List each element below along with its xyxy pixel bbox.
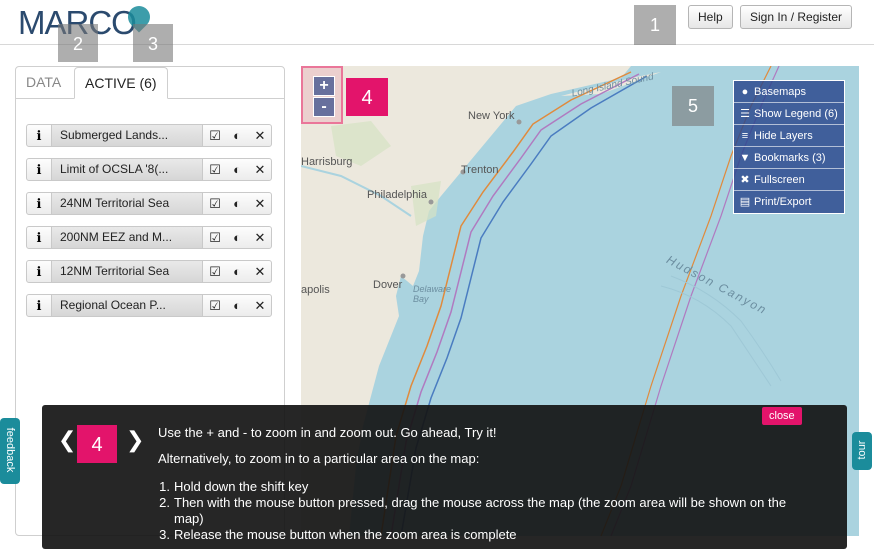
layer-row: ℹ Regional Ocean P... ☑ ◐ ✕ bbox=[26, 294, 272, 317]
checkbox-icon[interactable]: ☑ bbox=[204, 125, 226, 146]
layer-row: ℹ Submerged Lands... ☑ ◐ ✕ bbox=[26, 124, 272, 147]
map-label-trenton: Trenton bbox=[461, 164, 499, 176]
close-icon[interactable]: ✕ bbox=[249, 125, 271, 146]
checkbox-icon[interactable]: ☑ bbox=[204, 295, 226, 316]
opacity-icon[interactable]: ◐ bbox=[226, 159, 248, 180]
layer-row: ℹ Limit of OCSLA '8(... ☑ ◐ ✕ bbox=[26, 158, 272, 181]
tour-tab[interactable]: tour bbox=[852, 432, 872, 470]
tour-step-text: Release the mouse button when the zoom a… bbox=[174, 527, 517, 542]
bookmarks-button[interactable]: ▼ Bookmarks (3) bbox=[734, 147, 844, 169]
tool-label: Basemaps bbox=[754, 86, 806, 98]
city-dot bbox=[428, 199, 434, 205]
tour-step-item: 3. Release the mouse button when the zoom… bbox=[159, 527, 517, 542]
tour-marker-3: 3 bbox=[133, 24, 173, 62]
tour-prev-button[interactable]: ❮ bbox=[58, 427, 76, 453]
tour-line-2: Alternatively, to zoom in to a particula… bbox=[158, 451, 480, 466]
zoom-in-button[interactable]: + bbox=[313, 76, 335, 96]
basemaps-button[interactable]: ● Basemaps bbox=[734, 81, 844, 103]
tour-step-text: Then with the mouse button pressed, drag… bbox=[174, 495, 787, 526]
tour-close-button[interactable]: close bbox=[762, 407, 802, 425]
zoom-out-button[interactable]: - bbox=[313, 97, 335, 117]
panel-tabs: DATA ACTIVE (6) bbox=[16, 67, 284, 99]
print-export-button[interactable]: ▤ Print/Export bbox=[734, 191, 844, 213]
opacity-icon[interactable]: ◐ bbox=[226, 227, 248, 248]
close-icon[interactable]: ✕ bbox=[249, 227, 271, 248]
tour-step-badge: 4 bbox=[77, 425, 117, 463]
info-icon[interactable]: ℹ bbox=[27, 227, 51, 248]
tour-next-button[interactable]: ❯ bbox=[126, 427, 144, 453]
close-icon[interactable]: ✕ bbox=[249, 295, 271, 316]
checkbox-icon[interactable]: ☑ bbox=[204, 159, 226, 180]
tour-steps-list: 1. Hold down the shift key 2. Then with th… bbox=[148, 479, 788, 543]
city-dot bbox=[400, 273, 406, 279]
tab-data[interactable]: DATA bbox=[16, 67, 71, 99]
map-pin-icon: ▼ bbox=[739, 152, 751, 164]
tool-label: Show Legend (6) bbox=[754, 108, 838, 120]
layer-row: ℹ 200NM EEZ and M... ☑ ◐ ✕ bbox=[26, 226, 272, 249]
info-icon[interactable]: ℹ bbox=[27, 125, 51, 146]
print-icon: ▤ bbox=[739, 196, 751, 208]
sign-in-register-button[interactable]: Sign In / Register bbox=[740, 5, 853, 29]
tour-step-item: 2. Then with the mouse button pressed, dr… bbox=[159, 495, 787, 526]
opacity-icon[interactable]: ◐ bbox=[226, 295, 248, 316]
layer-row: ℹ 12NM Territorial Sea ☑ ◐ ✕ bbox=[26, 260, 272, 283]
checkbox-icon[interactable]: ☑ bbox=[204, 193, 226, 214]
map-tools-menu: ● Basemaps ☰ Show Legend (6) ≡ Hide Layers … bbox=[733, 80, 845, 214]
page: MARCO Help Sign In / Register 1 2 3 DATA… bbox=[0, 0, 874, 549]
globe-icon: ● bbox=[741, 86, 749, 98]
city-dot bbox=[516, 119, 522, 125]
map-label-new-york: New York bbox=[468, 110, 515, 122]
hide-layers-button[interactable]: ≡ Hide Layers bbox=[734, 125, 844, 147]
feedback-tab[interactable]: feedback bbox=[0, 418, 20, 484]
layer-name[interactable]: 12NM Territorial Sea bbox=[51, 261, 203, 282]
close-icon[interactable]: ✕ bbox=[249, 159, 271, 180]
layer-name[interactable]: Regional Ocean P... bbox=[51, 295, 203, 316]
checkbox-icon[interactable]: ☑ bbox=[204, 227, 226, 248]
tool-label: Print/Export bbox=[754, 196, 812, 208]
help-button[interactable]: Help bbox=[688, 5, 733, 29]
tour-marker-4: 4 bbox=[346, 78, 388, 116]
opacity-icon[interactable]: ◐ bbox=[226, 261, 248, 282]
tool-label: Bookmarks (3) bbox=[754, 152, 826, 164]
map-label-dover: Dover bbox=[373, 279, 403, 291]
tool-label: Hide Layers bbox=[754, 130, 813, 142]
forest-area bbox=[411, 181, 441, 226]
layers-icon: ≡ bbox=[741, 130, 749, 142]
layer-name[interactable]: Submerged Lands... bbox=[51, 125, 203, 146]
tour-line-1: Use the + and - to zoom in and zoom out.… bbox=[158, 425, 497, 440]
info-icon[interactable]: ℹ bbox=[27, 193, 51, 214]
show-legend-button[interactable]: ☰ Show Legend (6) bbox=[734, 103, 844, 125]
zoom-control-highlight: + - bbox=[301, 66, 343, 124]
map-label-annapolis: apolis bbox=[301, 284, 330, 296]
layer-name[interactable]: 200NM EEZ and M... bbox=[51, 227, 203, 248]
layer-name[interactable]: Limit of OCSLA '8(... bbox=[51, 159, 203, 180]
tour-marker-5: 5 bbox=[672, 86, 714, 126]
tour-marker-1: 1 bbox=[634, 5, 676, 45]
map-label-harrisburg: Harrisburg bbox=[301, 156, 353, 168]
close-icon[interactable]: ✕ bbox=[249, 261, 271, 282]
checkbox-icon[interactable]: ☑ bbox=[204, 261, 226, 282]
tour-marker-2: 2 bbox=[58, 24, 98, 62]
tab-active[interactable]: ACTIVE (6) bbox=[74, 67, 168, 99]
info-icon[interactable]: ℹ bbox=[27, 261, 51, 282]
opacity-icon[interactable]: ◐ bbox=[226, 193, 248, 214]
list-icon: ☰ bbox=[740, 108, 750, 120]
layer-name[interactable]: 24NM Territorial Sea bbox=[51, 193, 203, 214]
feedback-tab-label: feedback bbox=[4, 427, 16, 473]
info-icon[interactable]: ℹ bbox=[27, 159, 51, 180]
map-label-philadelphia: Philadelphia bbox=[367, 189, 427, 201]
tour-step-text: Hold down the shift key bbox=[174, 479, 309, 494]
close-icon[interactable]: ✕ bbox=[249, 193, 271, 214]
info-icon[interactable]: ℹ bbox=[27, 295, 51, 316]
opacity-icon[interactable]: ◐ bbox=[226, 125, 248, 146]
header: MARCO Help Sign In / Register bbox=[0, 0, 874, 45]
tour-popover: close ❮ 4 ❯ Use the + and - to zoom in a… bbox=[42, 405, 847, 549]
fullscreen-button[interactable]: ✖ Fullscreen bbox=[734, 169, 844, 191]
map-label-delaware-bay: Delaware Bay bbox=[413, 284, 452, 304]
layer-row: ℹ 24NM Territorial Sea ☑ ◐ ✕ bbox=[26, 192, 272, 215]
tool-label: Fullscreen bbox=[754, 174, 805, 186]
tour-tab-label: tour bbox=[856, 440, 868, 460]
tour-step-item: 1. Hold down the shift key bbox=[159, 479, 309, 494]
fullscreen-icon: ✖ bbox=[740, 174, 750, 186]
